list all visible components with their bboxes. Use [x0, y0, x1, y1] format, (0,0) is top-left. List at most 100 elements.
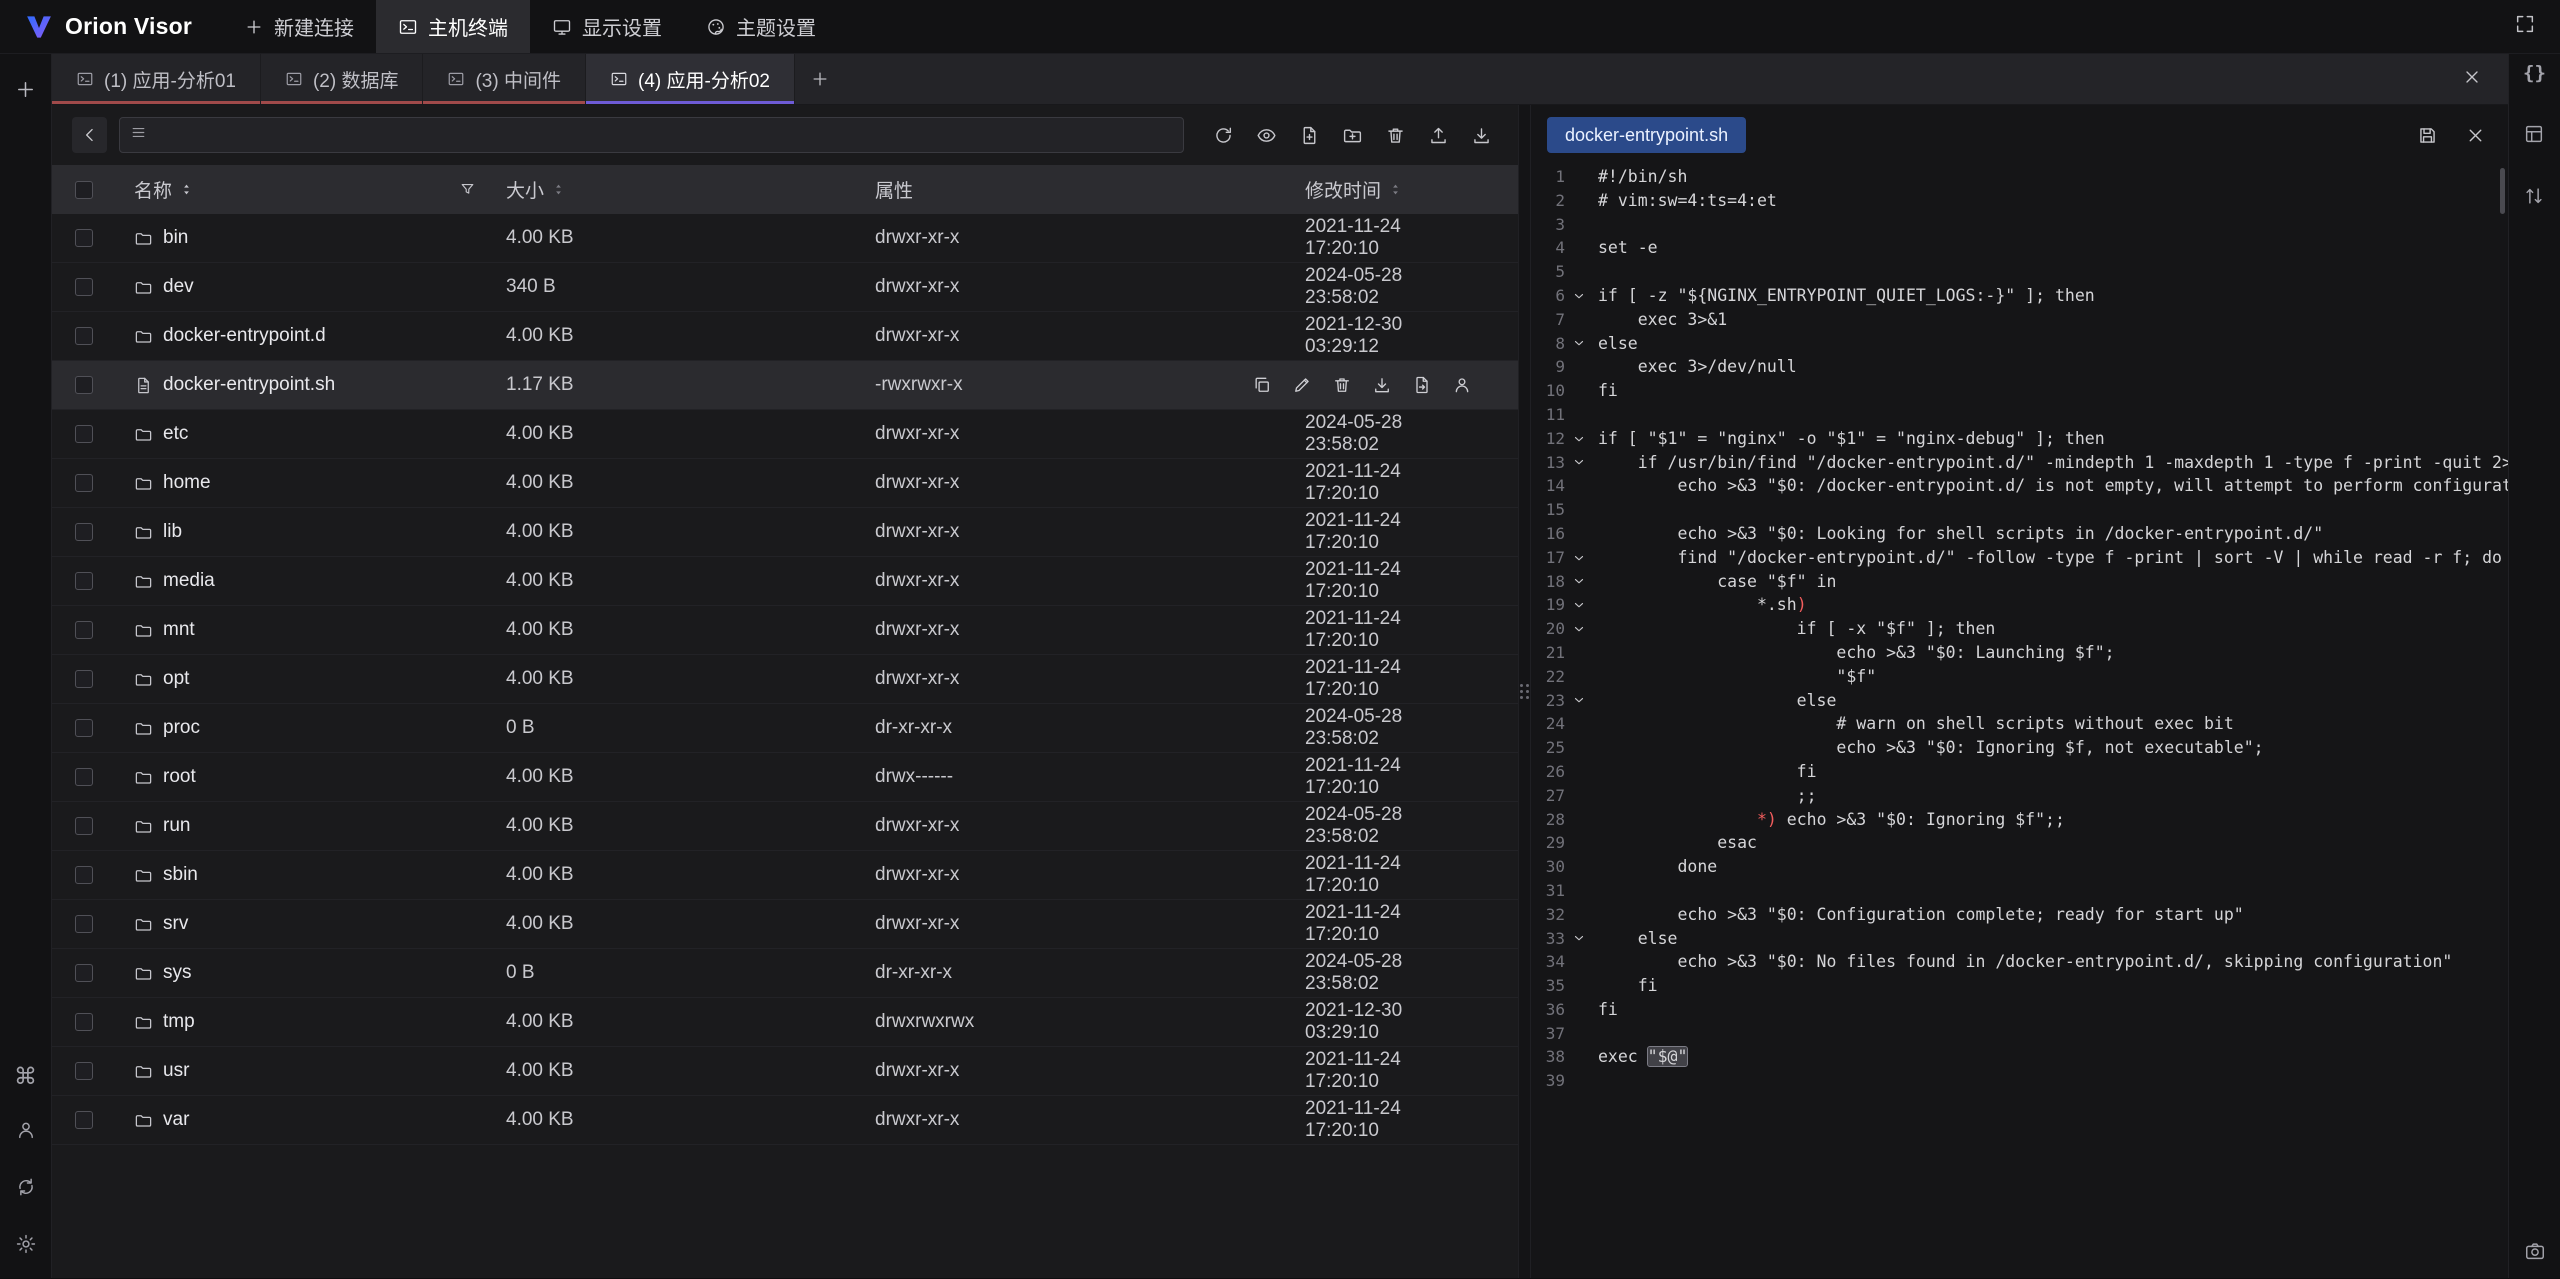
table-row[interactable]: tmp4.00 KBdrwxrwxrwx2021-12-30 03:29:10	[52, 998, 1518, 1047]
terminal-tab-1[interactable]: (1) 应用-分析01	[52, 54, 261, 104]
name-filter-button[interactable]	[459, 181, 476, 198]
table-row[interactable]: docker-entrypoint.d4.00 KBdrwxr-xr-x2021…	[52, 312, 1518, 361]
save-button[interactable]	[2410, 118, 2444, 152]
code-line[interactable]: 30 done	[1531, 855, 2508, 879]
code-line[interactable]: 14 echo >&3 "$0: /docker-entrypoint.d/ i…	[1531, 474, 2508, 498]
strip-sort-lines-button[interactable]	[2523, 185, 2545, 207]
refresh-button[interactable]	[1206, 118, 1240, 152]
fold-chevron-icon[interactable]	[1565, 617, 1592, 641]
code-line[interactable]: 16 echo >&3 "$0: Looking for shell scrip…	[1531, 522, 2508, 546]
strip-screenshot-button[interactable]	[2524, 1240, 2546, 1262]
row-checkbox[interactable]	[75, 768, 93, 786]
table-row[interactable]: sys0 Bdr-xr-xr-x2024-05-28 23:58:02	[52, 949, 1518, 998]
table-row[interactable]: dev340 Bdrwxr-xr-x2024-05-28 23:58:02	[52, 263, 1518, 312]
table-row[interactable]: opt4.00 KBdrwxr-xr-x2021-11-24 17:20:10	[52, 655, 1518, 704]
new-folder-button[interactable]	[1335, 118, 1369, 152]
row-checkbox[interactable]	[75, 621, 93, 639]
code-line[interactable]: 38exec "$@"	[1531, 1045, 2508, 1069]
terminal-tab-4[interactable]: (4) 应用-分析02	[586, 54, 795, 104]
path-input[interactable]	[156, 125, 1173, 146]
table-row[interactable]: usr4.00 KBdrwxr-xr-x2021-11-24 17:20:10	[52, 1047, 1518, 1096]
delete-button[interactable]	[1378, 118, 1412, 152]
code-line[interactable]: 29 esac	[1531, 831, 2508, 855]
code-line[interactable]: 20 if [ -x "$f" ]; then	[1531, 617, 2508, 641]
code-line[interactable]: 15	[1531, 498, 2508, 522]
terminal-tab-2[interactable]: (2) 数据库	[261, 54, 424, 104]
code-editor[interactable]: 1#!/bin/sh2# vim:sw=4:ts=4:et34set -e56i…	[1531, 165, 2508, 1278]
terminal-tab-3[interactable]: (3) 中间件	[423, 54, 586, 104]
table-row[interactable]: root4.00 KBdrwx------2021-11-24 17:20:10	[52, 753, 1518, 802]
code-line[interactable]: 32 echo >&3 "$0: Configuration complete;…	[1531, 903, 2508, 927]
edit-button[interactable]	[1292, 375, 1312, 395]
column-header-mtime[interactable]: 修改时间	[1305, 176, 1403, 203]
strip-layout-button[interactable]	[2523, 123, 2545, 145]
code-line[interactable]: 25 echo >&3 "$0: Ignoring $f, not execut…	[1531, 736, 2508, 760]
code-line[interactable]: 7 exec 3>&1	[1531, 308, 2508, 332]
row-checkbox[interactable]	[75, 866, 93, 884]
fold-chevron-icon[interactable]	[1565, 570, 1592, 594]
select-all-checkbox[interactable]	[75, 181, 93, 199]
fold-chevron-icon[interactable]	[1565, 427, 1592, 451]
column-header-name[interactable]: 名称	[116, 176, 506, 203]
copy-path-button[interactable]	[1252, 375, 1272, 395]
new-file-button[interactable]	[1292, 118, 1326, 152]
code-line[interactable]: 18 case "$f" in	[1531, 570, 2508, 594]
table-row[interactable]: bin4.00 KBdrwxr-xr-x2021-11-24 17:20:10	[52, 214, 1518, 263]
code-line[interactable]: 8else	[1531, 332, 2508, 356]
rail-add-button[interactable]	[14, 78, 37, 106]
fold-chevron-icon[interactable]	[1565, 284, 1592, 308]
menu-item-display-settings[interactable]: 显示设置	[530, 0, 684, 53]
upload-button[interactable]	[1421, 118, 1455, 152]
row-checkbox[interactable]	[75, 327, 93, 345]
table-row[interactable]: media4.00 KBdrwxr-xr-x2021-11-24 17:20:1…	[52, 557, 1518, 606]
editor-scrollbar[interactable]	[2500, 168, 2505, 214]
strip-braces-button[interactable]: {}	[2523, 64, 2546, 83]
code-line[interactable]: 36fi	[1531, 998, 2508, 1022]
fold-chevron-icon[interactable]	[1565, 546, 1592, 570]
row-checkbox[interactable]	[75, 474, 93, 492]
table-row[interactable]: lib4.00 KBdrwxr-xr-x2021-11-24 17:20:10	[52, 508, 1518, 557]
table-row[interactable]: docker-entrypoint.sh1.17 KB-rwxrwxr-x	[52, 361, 1518, 410]
code-line[interactable]: 5	[1531, 260, 2508, 284]
table-row[interactable]: mnt4.00 KBdrwxr-xr-x2021-11-24 17:20:10	[52, 606, 1518, 655]
table-row[interactable]: home4.00 KBdrwxr-xr-x2021-11-24 17:20:10	[52, 459, 1518, 508]
row-checkbox[interactable]	[75, 425, 93, 443]
rail-settings-button[interactable]	[15, 1233, 37, 1260]
code-line[interactable]: 35 fi	[1531, 974, 2508, 998]
code-line[interactable]: 13 if /usr/bin/find "/docker-entrypoint.…	[1531, 451, 2508, 475]
row-checkbox[interactable]	[75, 278, 93, 296]
menu-item-theme-settings[interactable]: 主题设置	[684, 0, 838, 53]
table-row[interactable]: srv4.00 KBdrwxr-xr-x2021-11-24 17:20:10	[52, 900, 1518, 949]
row-checkbox[interactable]	[75, 670, 93, 688]
table-row[interactable]: sbin4.00 KBdrwxr-xr-x2021-11-24 17:20:10	[52, 851, 1518, 900]
code-line[interactable]: 12if [ "$1" = "nginx" -o "$1" = "nginx-d…	[1531, 427, 2508, 451]
code-line[interactable]: 24 # warn on shell scripts without exec …	[1531, 712, 2508, 736]
code-line[interactable]: 9 exec 3>/dev/null	[1531, 355, 2508, 379]
code-line[interactable]: 34 echo >&3 "$0: No files found in /dock…	[1531, 950, 2508, 974]
menu-item-host-terminal[interactable]: 主机终端	[376, 0, 530, 53]
code-line[interactable]: 28 *) echo >&3 "$0: Ignoring $f";;	[1531, 808, 2508, 832]
code-line[interactable]: 3	[1531, 213, 2508, 237]
download-button[interactable]	[1464, 118, 1498, 152]
row-checkbox[interactable]	[75, 523, 93, 541]
code-line[interactable]: 22 "$f"	[1531, 665, 2508, 689]
editor-file-tab[interactable]: docker-entrypoint.sh	[1547, 117, 1746, 153]
row-checkbox[interactable]	[75, 1013, 93, 1031]
code-line[interactable]: 37	[1531, 1022, 2508, 1046]
fold-chevron-icon[interactable]	[1565, 689, 1592, 713]
code-line[interactable]: 31	[1531, 879, 2508, 903]
row-checkbox[interactable]	[75, 719, 93, 737]
column-header-size[interactable]: 大小	[506, 176, 875, 203]
row-checkbox[interactable]	[75, 964, 93, 982]
code-line[interactable]: 17 find "/docker-entrypoint.d/" -follow …	[1531, 546, 2508, 570]
show-hidden-button[interactable]	[1249, 118, 1283, 152]
table-row[interactable]: proc0 Bdr-xr-xr-x2024-05-28 23:58:02	[52, 704, 1518, 753]
code-line[interactable]: 27 ;;	[1531, 784, 2508, 808]
table-row[interactable]: etc4.00 KBdrwxr-xr-x2024-05-28 23:58:02	[52, 410, 1518, 459]
add-tab-button[interactable]	[795, 54, 845, 104]
path-menu-icon[interactable]	[130, 124, 147, 146]
code-line[interactable]: 23 else	[1531, 689, 2508, 713]
rail-command-button[interactable]: ⌘	[14, 1066, 37, 1089]
divider-grip[interactable]	[1520, 684, 1529, 699]
close-editor-button[interactable]	[2458, 118, 2492, 152]
